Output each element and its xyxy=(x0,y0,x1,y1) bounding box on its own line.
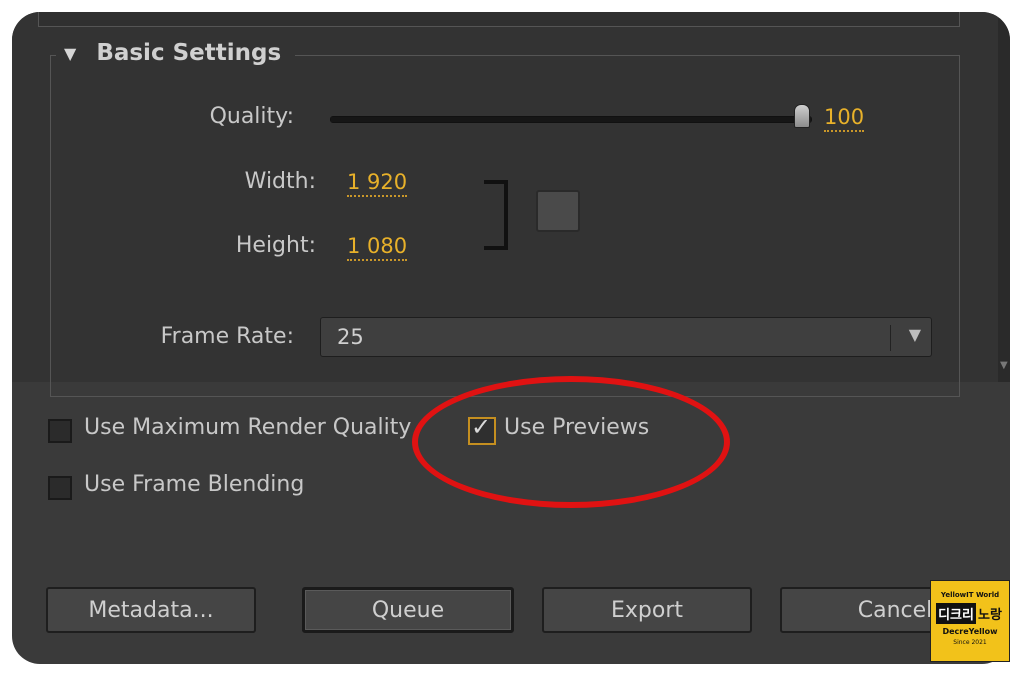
watermark-main-b: 노랑 xyxy=(977,608,1002,623)
frame-blending-checkbox[interactable] xyxy=(48,476,72,500)
queue-button[interactable]: Queue xyxy=(302,587,514,633)
quality-slider-thumb[interactable] xyxy=(794,104,810,128)
watermark-brand: DecreYellow xyxy=(942,627,998,636)
settings-scroll-area: ▼ Basic Settings Quality: 100 Width: 1 9… xyxy=(12,12,998,397)
width-value[interactable]: 1 920 xyxy=(347,169,408,197)
scroll-down-icon[interactable]: ▼ xyxy=(1000,360,1008,371)
quality-slider-track[interactable] xyxy=(330,116,812,123)
max-render-quality-checkbox[interactable] xyxy=(48,419,72,443)
annotation-highlight-ellipse xyxy=(412,376,730,508)
watermark-top-text: YellowIT World xyxy=(940,591,1000,599)
frame-rate-value: 25 xyxy=(337,325,364,349)
frame-rate-select[interactable]: 25 ▼ xyxy=(320,317,932,357)
select-divider xyxy=(890,325,891,351)
watermark-logo: YellowIT World 디크리 노랑 DecreYellow Since … xyxy=(930,580,1010,662)
collapse-triangle-icon[interactable]: ▼ xyxy=(64,44,76,63)
width-label: Width: xyxy=(244,169,316,194)
link-bracket xyxy=(484,180,508,250)
constrain-proportions-toggle[interactable] xyxy=(536,190,580,232)
export-button[interactable]: Export xyxy=(542,587,752,633)
watermark-since: Since 2021 xyxy=(953,639,987,646)
height-value[interactable]: 1 080 xyxy=(347,233,408,261)
frame-blending-label[interactable]: Use Frame Blending xyxy=(84,472,304,497)
frame-rate-label: Frame Rate: xyxy=(160,324,294,349)
previous-section-edge xyxy=(38,12,960,27)
watermark-main-a: 디크리 xyxy=(936,603,976,624)
height-label: Height: xyxy=(235,233,316,258)
chevron-down-icon[interactable]: ▼ xyxy=(909,325,921,344)
quality-slider-fill xyxy=(331,117,811,122)
export-settings-dialog: ▼ Basic Settings Quality: 100 Width: 1 9… xyxy=(12,12,1010,664)
watermark-main-text: 디크리 노랑 xyxy=(931,603,1009,624)
settings-scrollbar[interactable] xyxy=(998,12,1010,382)
max-render-quality-label[interactable]: Use Maximum Render Quality xyxy=(84,415,411,440)
metadata-button[interactable]: Metadata... xyxy=(46,587,256,633)
basic-settings-header[interactable]: ▼ Basic Settings xyxy=(56,38,296,68)
quality-label: Quality: xyxy=(209,104,294,129)
quality-value[interactable]: 100 xyxy=(824,104,865,132)
basic-settings-title: Basic Settings xyxy=(96,40,282,66)
